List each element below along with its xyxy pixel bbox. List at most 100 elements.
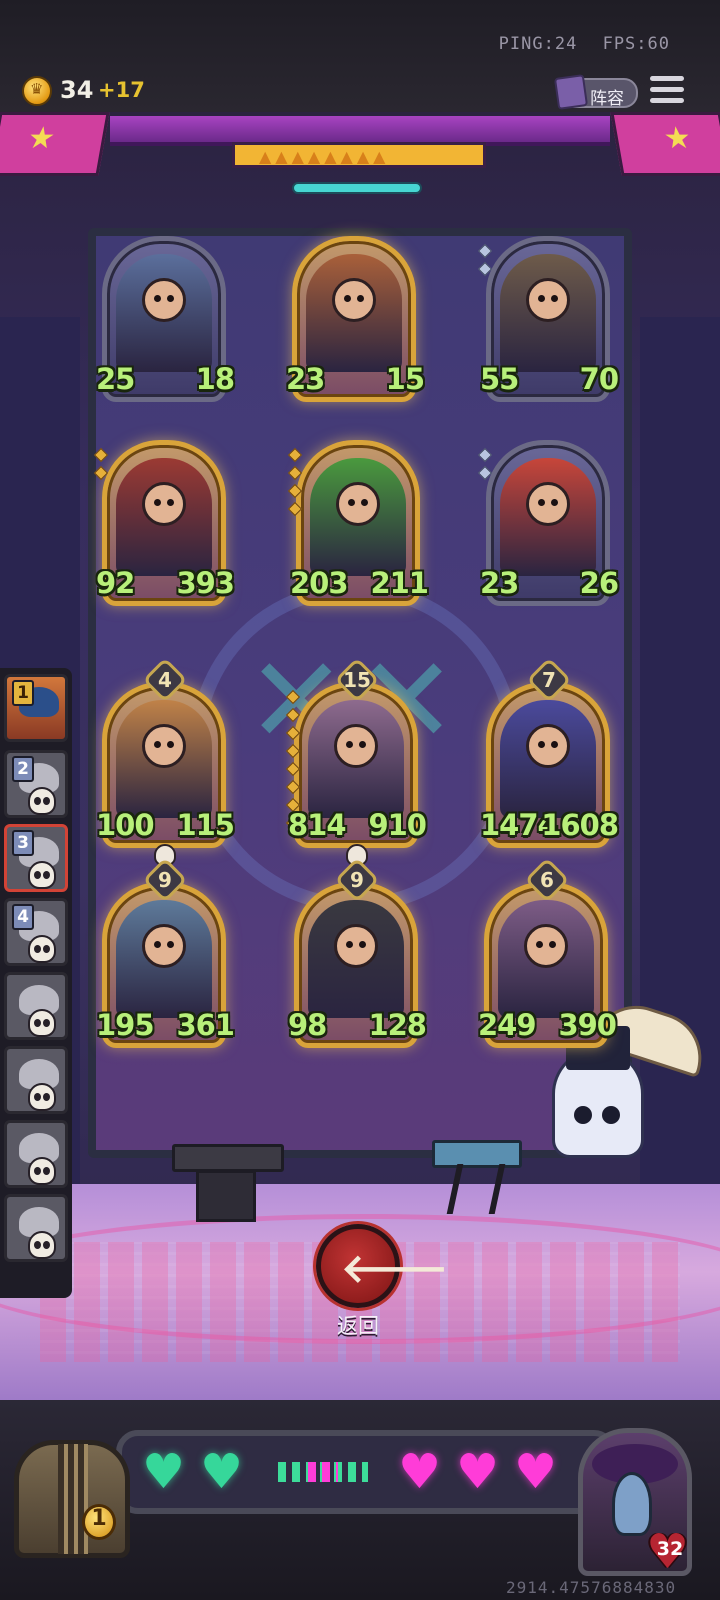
hero-card[interactable]: 9 195 361 xyxy=(96,857,235,1048)
book-icon xyxy=(553,74,589,110)
rank-pips xyxy=(477,243,493,282)
hero-card[interactable]: 23 26 xyxy=(477,440,619,606)
hero-health: 15 xyxy=(385,362,425,396)
hero-card[interactable]: 4 100 115 xyxy=(96,657,235,866)
player-level: 1 xyxy=(91,1506,107,1531)
star-flag-left xyxy=(0,112,110,176)
keyboard-stand-left xyxy=(196,1170,256,1222)
hero-face xyxy=(332,278,376,322)
hero-card[interactable]: 9 98 128 xyxy=(288,857,427,1048)
heart-icon-pink: ♥ xyxy=(456,1444,500,1500)
hero-card[interactable]: 23 15 xyxy=(286,236,425,402)
hero-attack: 814 xyxy=(288,808,347,842)
queue-slot-8[interactable] xyxy=(4,1194,68,1262)
heart-icon-pink: ♥ xyxy=(514,1444,558,1500)
hero-face xyxy=(526,278,570,322)
hero-card[interactable]: 203 211 xyxy=(287,440,429,606)
menu-button[interactable] xyxy=(650,76,684,106)
hamburger-icon xyxy=(650,76,684,81)
hero-attack: 195 xyxy=(96,1008,155,1042)
hero-health: 1608 xyxy=(541,808,619,842)
back-label: 返回 xyxy=(337,1314,379,1338)
hero-card[interactable]: 15 814 910 xyxy=(285,657,427,866)
queue-slot-5[interactable] xyxy=(4,972,68,1040)
stage-marquee xyxy=(232,142,486,168)
opponent-queue: 1 2 3 4 xyxy=(0,668,72,1298)
tier-level: 4 xyxy=(158,668,172,692)
queue-slot-1[interactable]: 1 xyxy=(4,674,68,742)
gold-income: +17 xyxy=(98,78,145,102)
hero-attack: 249 xyxy=(478,1008,537,1042)
hero-card[interactable]: 7 1474 1608 xyxy=(480,657,619,848)
lineup-label: 阵容 xyxy=(590,89,624,109)
hero-attack: 23 xyxy=(480,566,519,600)
rank-pips xyxy=(287,447,303,522)
hero-health: 70 xyxy=(579,362,619,396)
gold-coin-icon xyxy=(22,76,52,106)
hero-face xyxy=(142,924,186,968)
hero-face xyxy=(334,924,378,968)
network-status: PING:24 FPS:60 xyxy=(485,34,670,54)
hero-face xyxy=(334,724,378,768)
queue-slot-3[interactable]: 3 xyxy=(4,824,68,892)
tier-level: 7 xyxy=(542,668,556,692)
skull-icon xyxy=(28,935,56,963)
ghost-eye-right xyxy=(602,1106,620,1124)
fps-readout: FPS:60 xyxy=(602,34,670,54)
hero-card[interactable]: 25 18 xyxy=(96,236,235,402)
hero-attack: 55 xyxy=(480,362,519,396)
skull-icon xyxy=(28,787,56,815)
skull-icon xyxy=(28,1231,56,1259)
heart-icon-green: ♥ xyxy=(200,1444,244,1500)
game-id: 2914.47576884830 xyxy=(506,1578,677,1597)
star-flag-right xyxy=(610,112,720,176)
queue-slot-6[interactable] xyxy=(4,1046,68,1114)
keyboard-prop-left xyxy=(172,1144,284,1172)
hero-face xyxy=(142,278,186,322)
hero-attack: 203 xyxy=(290,566,349,600)
queue-rank: 1 xyxy=(12,680,34,706)
hero-health: 390 xyxy=(558,1008,617,1042)
hero-health: 128 xyxy=(368,1008,427,1042)
tier-level: 9 xyxy=(158,868,172,892)
hero-face xyxy=(524,924,568,968)
queue-rank: 3 xyxy=(12,830,34,856)
hero-health: 211 xyxy=(370,566,429,600)
tier-level: 9 xyxy=(350,868,364,892)
gold-amount: 34 xyxy=(60,76,94,104)
stage-light-bar xyxy=(292,182,422,194)
chest-bars xyxy=(58,1444,88,1554)
queue-rank: 2 xyxy=(12,756,34,782)
hero-face xyxy=(526,724,570,768)
hero-face xyxy=(336,482,380,526)
progress-dots xyxy=(278,1462,368,1482)
hero-health: 18 xyxy=(195,362,235,396)
hero-attack: 92 xyxy=(96,566,135,600)
queue-slot-4[interactable]: 4 xyxy=(4,898,68,966)
hero-health: 361 xyxy=(176,1008,235,1042)
hero-face xyxy=(526,482,570,526)
queue-slot-2[interactable]: 2 xyxy=(4,750,68,818)
hero-card[interactable]: 92 393 xyxy=(93,440,235,606)
tier-level: 15 xyxy=(343,668,371,692)
lineup-button[interactable]: 阵容 xyxy=(553,74,638,110)
heart-icon-pink: ♥ xyxy=(398,1444,442,1500)
ping-readout: PING:24 xyxy=(498,34,578,54)
skull-icon xyxy=(28,1009,56,1037)
hero-attack: 98 xyxy=(288,1008,327,1042)
hero-card[interactable]: 6 249 390 xyxy=(478,857,617,1048)
hero-attack: 100 xyxy=(96,808,155,842)
hero-health: 910 xyxy=(368,808,427,842)
hero-face xyxy=(142,482,186,526)
hero-card[interactable]: 55 70 xyxy=(477,236,619,402)
queue-slot-7[interactable] xyxy=(4,1120,68,1188)
back-button[interactable]: 🡐 xyxy=(316,1224,448,1308)
skull-icon xyxy=(28,1083,56,1111)
ghost-eye-left xyxy=(574,1106,592,1124)
hero-face xyxy=(142,724,186,768)
player-health: 32 xyxy=(656,1538,684,1560)
skull-icon xyxy=(28,861,56,889)
hero-health: 26 xyxy=(579,566,619,600)
skull-icon xyxy=(28,1157,56,1185)
arrow-left-icon: 🡐 xyxy=(341,1246,449,1292)
